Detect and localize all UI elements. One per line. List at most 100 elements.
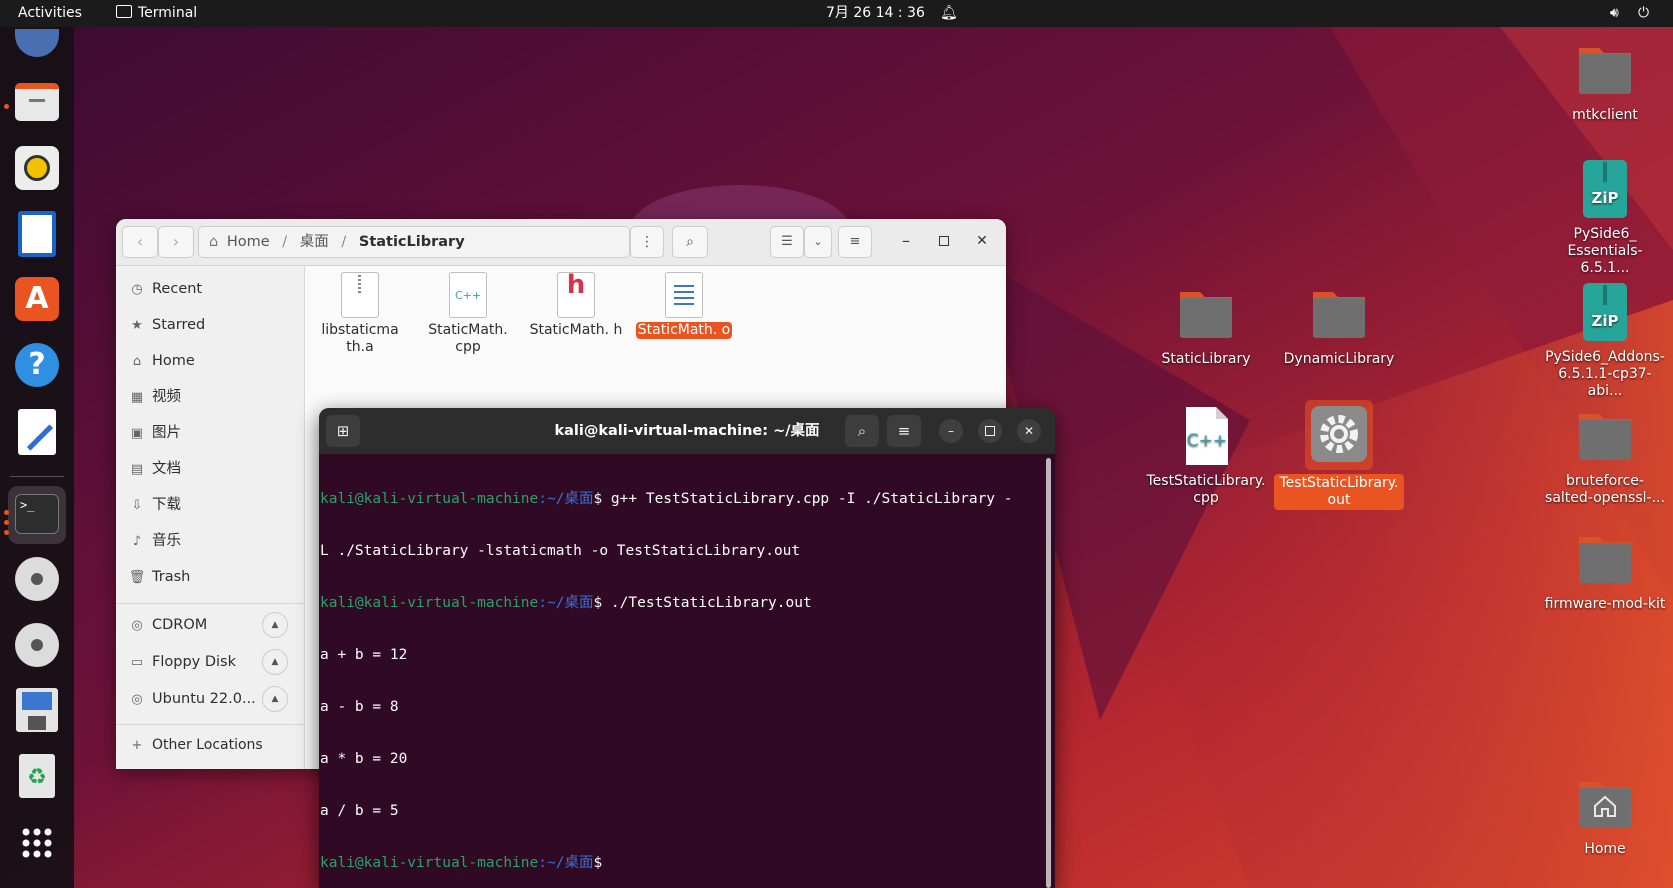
dock-disc-icon[interactable] bbox=[8, 616, 66, 674]
file-item-label: StaticMath. cpp bbox=[428, 322, 508, 355]
back-button[interactable]: ‹ bbox=[122, 226, 158, 258]
sidebar-item-pictures[interactable]: ▣ 图片 bbox=[128, 422, 181, 444]
image-icon: ▣ bbox=[130, 426, 144, 441]
sidebar-item-starred[interactable]: ★ Starred bbox=[128, 314, 205, 336]
terminal-line: a - b = 8 bbox=[320, 699, 399, 715]
breadcrumb-home[interactable]: Home bbox=[227, 234, 270, 250]
terminal-search-button[interactable]: ⌕ bbox=[845, 415, 879, 447]
forward-button[interactable]: › bbox=[158, 226, 194, 258]
desktop-icon-pyside6-essentials[interactable]: ZiP PySide6_ Essentials-6.5.1... bbox=[1540, 157, 1670, 278]
dock-rhythmbox-icon[interactable] bbox=[8, 139, 66, 197]
film-icon: ▦ bbox=[130, 390, 144, 405]
terminal-menu-button[interactable]: ≡ bbox=[887, 415, 921, 447]
terminal-close-button[interactable]: ✕ bbox=[1017, 419, 1041, 443]
terminal-maximize-button[interactable] bbox=[978, 419, 1002, 443]
view-options-button[interactable]: ⌄ bbox=[804, 226, 832, 258]
main-menu-button[interactable]: ≡ bbox=[838, 226, 872, 258]
sidebar-item-floppy[interactable]: ▭ Floppy Disk bbox=[128, 651, 236, 673]
desktop-icon-label: firmware-mod-kit bbox=[1544, 596, 1666, 612]
notification-bell-icon[interactable]: 🔔︎ bbox=[940, 0, 958, 27]
sidebar-item-ubuntu-disc[interactable]: ◎ Ubuntu 22.0... bbox=[128, 688, 255, 710]
clock-icon: ◷ bbox=[131, 282, 143, 297]
terminal-line: a / b = 5 bbox=[320, 803, 399, 819]
maximize-button[interactable] bbox=[934, 231, 954, 251]
terminal-minimize-button[interactable]: – bbox=[939, 419, 963, 443]
desktop-icon-staticlibrary[interactable]: StaticLibrary bbox=[1141, 282, 1271, 369]
dock-files-icon[interactable] bbox=[8, 74, 66, 132]
minimize-button[interactable]: – bbox=[896, 231, 916, 251]
file-item-staticmath-cpp[interactable]: C++ StaticMath. cpp bbox=[420, 272, 516, 356]
breadcrumb-separator: / bbox=[282, 234, 288, 250]
desktop-icon-home[interactable]: Home bbox=[1540, 772, 1670, 859]
dock-help-icon[interactable]: ? bbox=[8, 337, 66, 395]
sidebar-item-documents[interactable]: ▤ 文档 bbox=[128, 458, 181, 480]
dock-text-editor-icon[interactable] bbox=[8, 403, 66, 461]
folder-icon bbox=[1307, 282, 1371, 346]
terminal-line: L ./StaticLibrary -lstaticmath -o TestSt… bbox=[320, 543, 801, 559]
executable-gear-icon bbox=[1307, 402, 1371, 466]
zip-archive-icon: ZiP bbox=[1573, 280, 1637, 344]
dock-terminal-icon[interactable]: >_ bbox=[8, 486, 66, 544]
terminal-line: kali@kali-virtual-machine:~/桌面$ ./TestSt… bbox=[320, 595, 812, 611]
desktop-icon-teststaticlibrary-cpp[interactable]: C++ TestStaticLibrary. cpp bbox=[1141, 404, 1271, 508]
eject-floppy-button[interactable]: ▲ bbox=[262, 649, 288, 675]
svg-text:ZiP: ZiP bbox=[1591, 312, 1618, 330]
file-item-label: StaticMath. o bbox=[636, 322, 732, 339]
path-bar[interactable]: ⌂ Home / 桌面 / StaticLibrary bbox=[198, 226, 630, 258]
volume-icon[interactable]: 🔊︎ bbox=[1610, 0, 1619, 27]
dock-software-center-icon[interactable]: A bbox=[8, 271, 66, 329]
sidebar-item-cdrom[interactable]: ◎ CDROM bbox=[128, 614, 207, 636]
desktop-icon-dynamiclibrary[interactable]: DynamicLibrary bbox=[1274, 282, 1404, 369]
terminal-line: a + b = 12 bbox=[320, 647, 408, 663]
document-icon: ▤ bbox=[130, 462, 144, 477]
sidebar-item-trash[interactable]: 🗑︎ Trash bbox=[128, 566, 191, 588]
desktop-icon-label: TestStaticLibrary. out bbox=[1274, 474, 1404, 510]
view-list-button[interactable]: ☰ bbox=[770, 226, 804, 258]
desktop-icon-pyside6-addons[interactable]: ZiP PySide6_Addons-6.5.1.1-cp37-abi... bbox=[1540, 280, 1670, 401]
eject-ubuntu-button[interactable]: ▲ bbox=[262, 686, 288, 712]
file-item-staticmath-o[interactable]: StaticMath. o bbox=[636, 272, 732, 339]
file-item-staticmath-h[interactable]: h StaticMath. h bbox=[528, 272, 624, 339]
dock-cdrom-icon[interactable] bbox=[8, 550, 66, 608]
folder-icon bbox=[1573, 527, 1637, 591]
search-button[interactable]: ⌕ bbox=[672, 226, 708, 258]
activities-button[interactable]: Activities bbox=[18, 0, 82, 27]
sidebar-item-music[interactable]: ♪ 音乐 bbox=[128, 530, 181, 552]
power-icon[interactable]: ⏻ bbox=[1638, 0, 1649, 27]
dock-trash-icon[interactable]: ♻ bbox=[8, 748, 66, 806]
desktop-icon-firmware-mod-kit[interactable]: firmware-mod-kit bbox=[1540, 527, 1670, 614]
breadcrumb-desktop[interactable]: 桌面 bbox=[300, 234, 329, 250]
hamburger-icon: ≡ bbox=[849, 234, 861, 249]
header-file-icon: h bbox=[557, 272, 595, 318]
app-menu[interactable]: Terminal bbox=[116, 0, 197, 27]
terminal-output[interactable]: kali@kali-virtual-machine:~/桌面$ g++ Test… bbox=[320, 460, 1013, 888]
home-icon: ⌂ bbox=[132, 354, 142, 369]
sidebar-item-other-locations[interactable]: + Other Locations bbox=[128, 734, 263, 756]
desktop-icon-teststaticlibrary-out[interactable]: TestStaticLibrary. out bbox=[1274, 400, 1404, 510]
running-indicator bbox=[4, 510, 9, 515]
drive-icon: ▭ bbox=[130, 655, 144, 670]
sidebar-item-downloads[interactable]: ⇩ 下载 bbox=[128, 494, 181, 516]
clock[interactable]: 7月 26 14 : 36 bbox=[826, 0, 925, 27]
star-icon: ★ bbox=[131, 318, 143, 333]
new-tab-button[interactable]: ⊞ bbox=[326, 415, 360, 447]
sidebar-item-videos[interactable]: ▦ 视频 bbox=[128, 386, 181, 408]
desktop-icon-bruteforce-salted-openssl[interactable]: bruteforce- salted-openssl-... bbox=[1540, 404, 1670, 508]
sidebar-item-home[interactable]: ⌂ Home bbox=[128, 350, 195, 372]
dock-libreoffice-writer-icon[interactable] bbox=[8, 205, 66, 263]
hamburger-icon: ≡ bbox=[897, 422, 911, 440]
file-item-libstaticmath[interactable]: libstaticma th.a bbox=[312, 272, 408, 356]
desktop-icon-label: PySide6_ Essentials-6.5.1... bbox=[1567, 226, 1643, 276]
terminal-scrollbar[interactable] bbox=[1046, 458, 1051, 888]
path-menu-button[interactable]: ⋮ bbox=[630, 226, 664, 258]
show-apps-grid-icon[interactable] bbox=[8, 814, 66, 872]
breadcrumb-staticlibrary[interactable]: StaticLibrary bbox=[359, 234, 465, 250]
file-item-label: StaticMath. h bbox=[529, 322, 623, 338]
eject-cdrom-button[interactable]: ▲ bbox=[262, 612, 288, 638]
desktop-icon-mtkclient[interactable]: mtkclient bbox=[1540, 38, 1670, 125]
disc-icon: ◎ bbox=[131, 692, 143, 707]
close-button[interactable]: ✕ bbox=[972, 231, 992, 251]
terminal-window: ⊞ kali@kali-virtual-machine: ~/桌面 ⌕ ≡ – … bbox=[319, 408, 1055, 888]
dock-floppy-icon[interactable] bbox=[8, 682, 66, 740]
sidebar-item-recent[interactable]: ◷ Recent bbox=[128, 278, 202, 300]
